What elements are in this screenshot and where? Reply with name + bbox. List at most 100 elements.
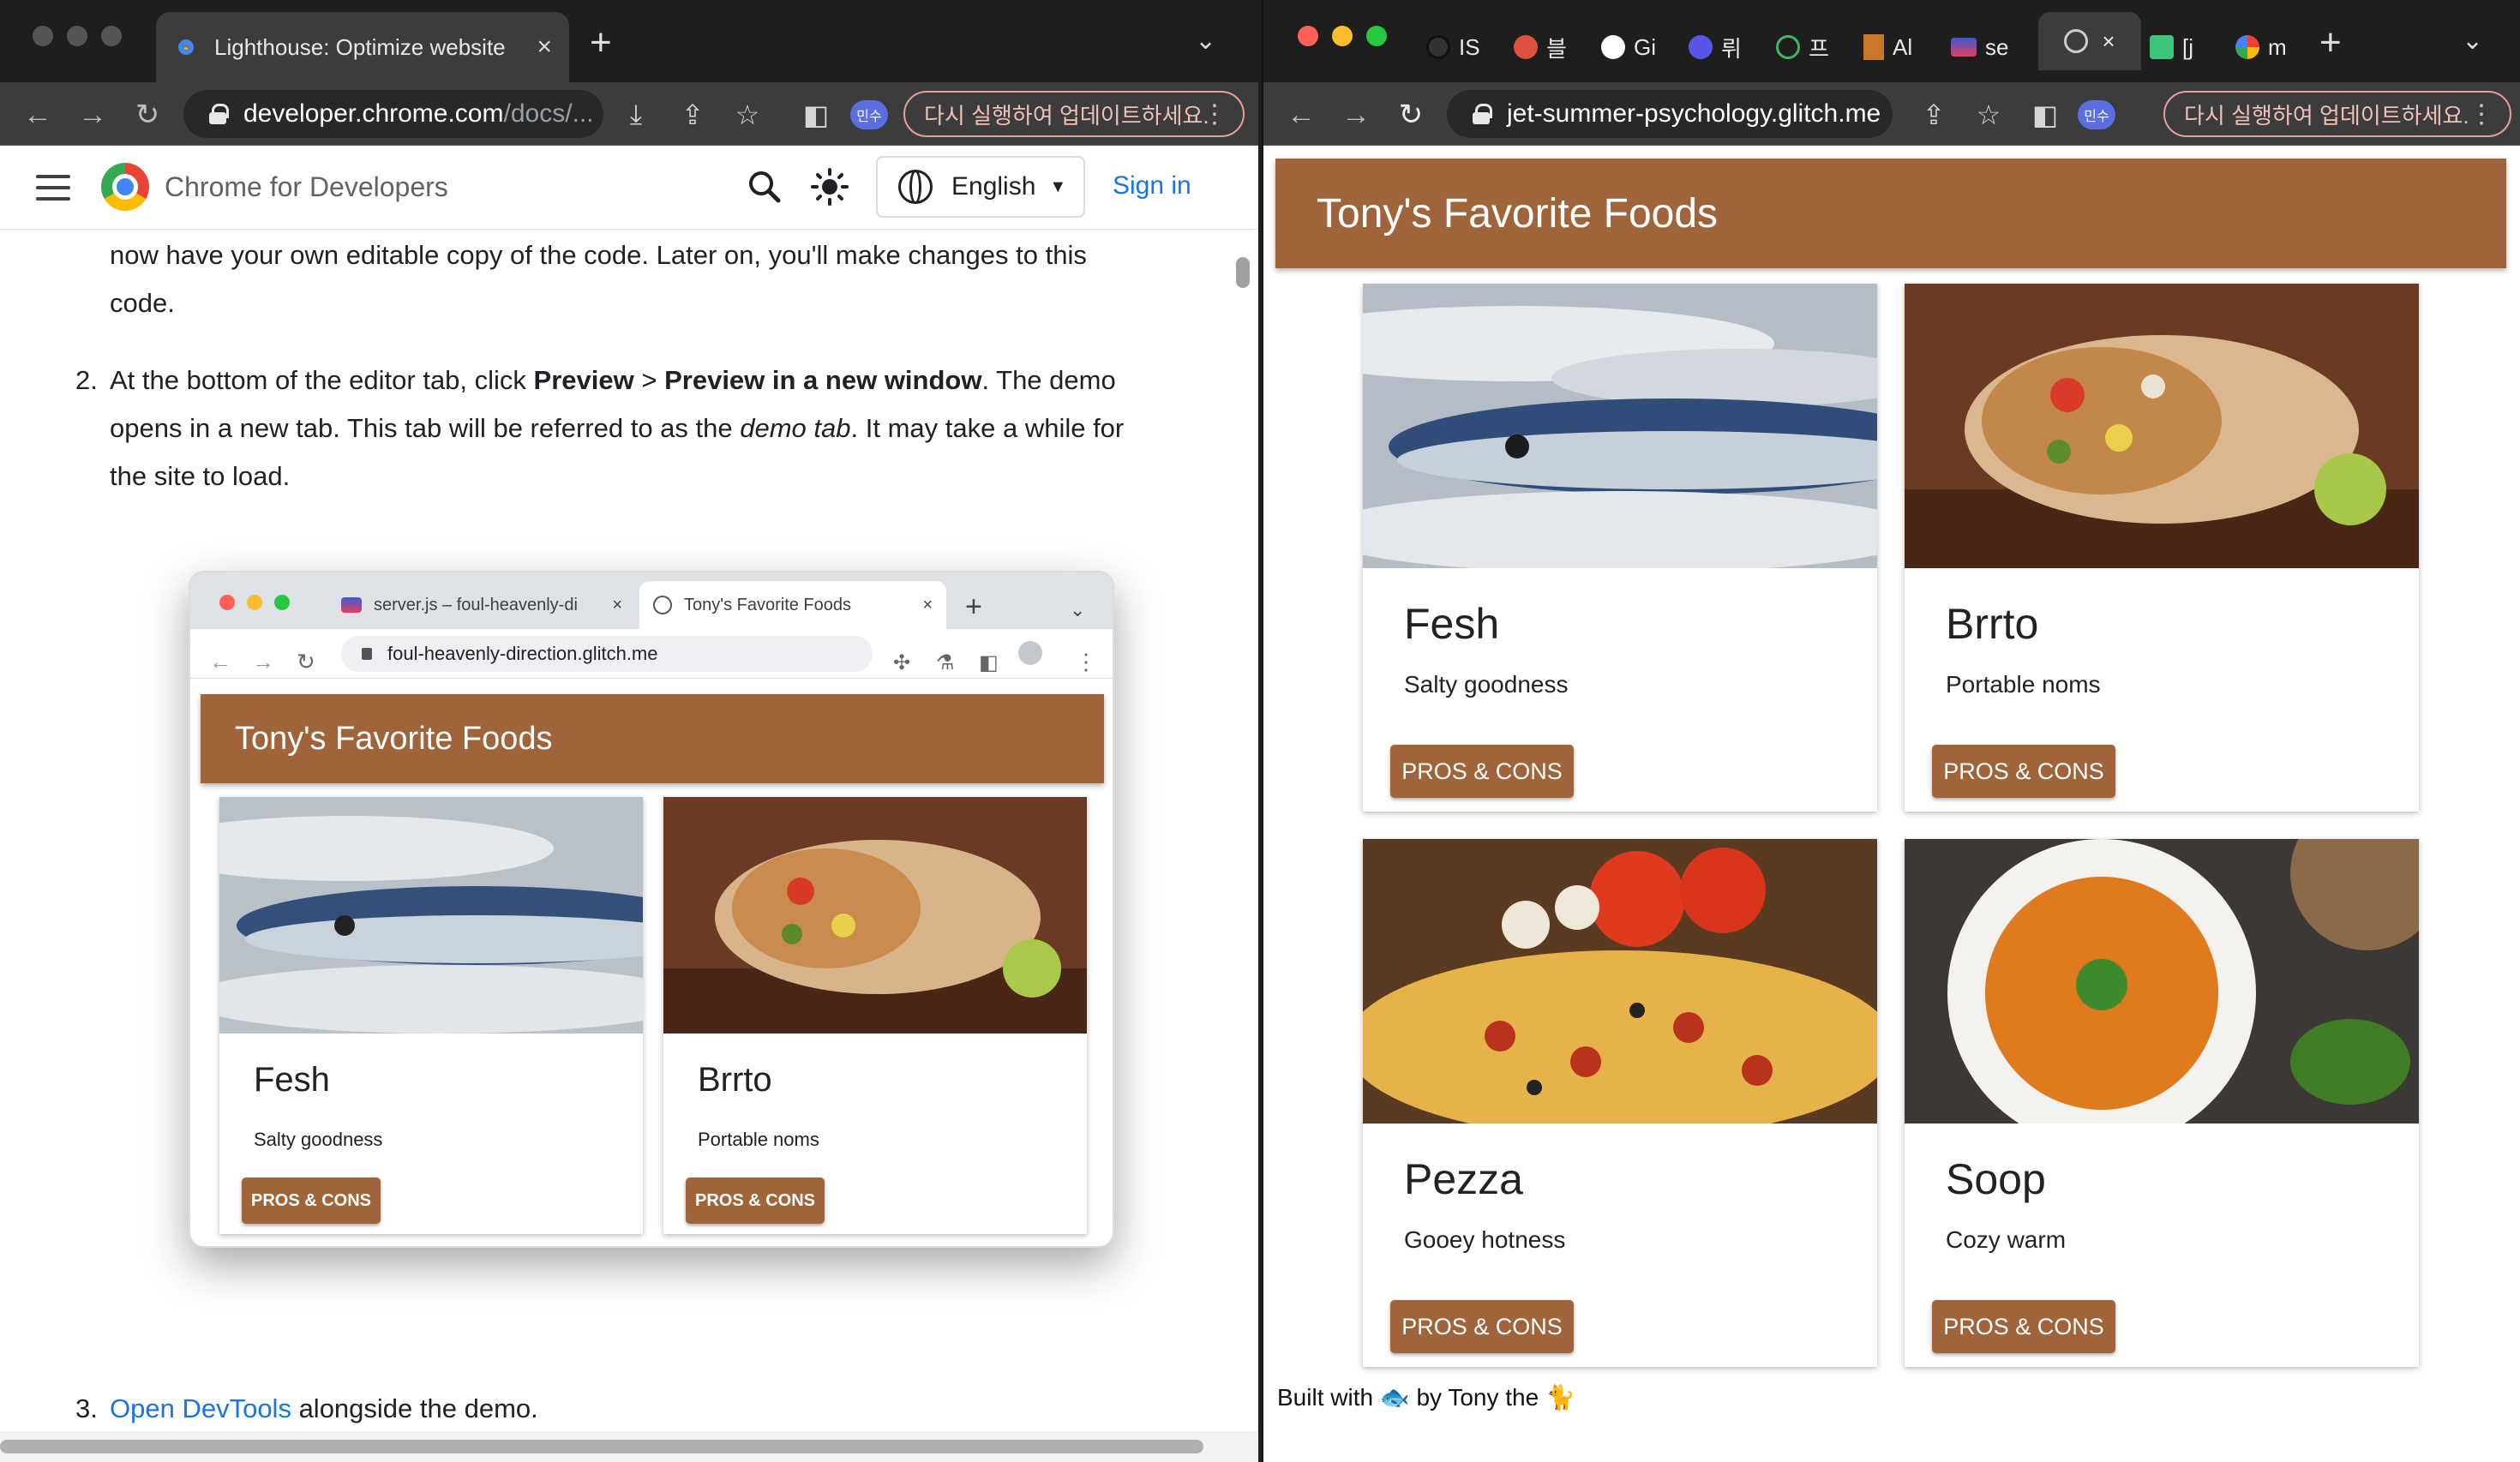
bookmark-star-icon[interactable]: ☆ (727, 94, 768, 135)
url-host: developer.chrome.com (243, 99, 504, 128)
forward-button[interactable]: → (72, 94, 113, 135)
step-3: Open DevTools alongside the demo. (110, 1385, 1173, 1433)
tab-item[interactable]: se (1951, 24, 2038, 70)
step-number: 2. (75, 365, 98, 395)
close-window-button[interactable] (33, 26, 53, 46)
chrome-icon (173, 34, 199, 60)
reload-button[interactable]: ↻ (127, 94, 168, 135)
open-devtools-link[interactable]: Open DevTools (110, 1393, 291, 1423)
minimize-window-button[interactable] (1332, 26, 1353, 46)
avatar-icon (1018, 641, 1042, 665)
tab-favicon-icon (1863, 34, 1884, 60)
reload-button[interactable]: ↻ (1390, 94, 1431, 135)
theme-toggle-icon[interactable] (811, 168, 849, 206)
bookmark-star-icon[interactable]: ☆ (1968, 94, 2009, 135)
update-chip[interactable]: 다시 실행하여 업데이트하세요. ⋮ (903, 91, 1245, 137)
demo-screenshot: server.js – foul-heavenly-di × Tony's Fa… (189, 571, 1114, 1248)
tab-favicon-icon (1426, 35, 1450, 59)
tab-item[interactable]: IS (1426, 24, 1514, 70)
screenshot-tab-strip: server.js – foul-heavenly-di × Tony's Fa… (190, 572, 1113, 629)
cat-icon: 🐈 (1545, 1384, 1575, 1411)
url-host: jet-summer-psychology.glitch.me (1507, 99, 1881, 128)
globe-icon (653, 596, 672, 614)
card-title: Pezza (1404, 1155, 1523, 1203)
pros-cons-button[interactable]: PROS & CONS (1390, 1300, 1574, 1353)
new-tab-button[interactable]: + (590, 19, 612, 67)
tab-favicon-icon (1776, 35, 1800, 59)
hamburger-menu-icon[interactable] (36, 175, 70, 201)
tab-lighthouse[interactable]: Lighthouse: Optimize website × (156, 12, 569, 82)
paragraph-line: code. (110, 288, 175, 318)
pros-cons-button[interactable]: PROS & CONS (1390, 745, 1574, 798)
menu-kebab-icon[interactable]: ⋮ (2469, 99, 2494, 129)
tab-item[interactable]: 블 (1514, 24, 1601, 70)
horizontal-scrollbar[interactable] (0, 1431, 1258, 1462)
tab-favicon-icon (1951, 38, 1977, 57)
zoom-window-button[interactable] (101, 26, 122, 46)
update-chip[interactable]: 다시 실행하여 업데이트하세요. ⋮ (2163, 91, 2511, 137)
site-brand[interactable]: Chrome for Developers (165, 171, 448, 203)
profile-avatar[interactable]: 민수 (2078, 100, 2115, 129)
sign-in-link[interactable]: Sign in (1113, 171, 1191, 201)
page-footer: Built with 🐟 by Tony the 🐈 (1277, 1384, 1575, 1411)
new-tab-icon: + (965, 590, 982, 623)
chrome-logo-icon[interactable] (101, 163, 149, 211)
side-panel-icon[interactable]: ◧ (795, 94, 837, 135)
reload-icon: ↻ (297, 649, 315, 674)
burrito-image (1905, 284, 2419, 568)
language-selector[interactable]: English ▼ (876, 156, 1085, 218)
update-chip-label: 다시 실행하여 업데이트하세요. (2184, 102, 2469, 129)
paragraph-line: now have your own editable copy of the c… (110, 240, 1087, 270)
share-icon[interactable]: ⇪ (1913, 94, 1954, 135)
screenshot-pros-cons-button: PROS & CONS (686, 1177, 825, 1224)
pros-cons-button[interactable]: PROS & CONS (1932, 745, 2115, 798)
close-tab-icon[interactable]: × (2102, 28, 2115, 55)
update-chip-label: 다시 실행하여 업데이트하세요. (924, 102, 1209, 129)
tab-item[interactable]: Al (1863, 24, 1951, 70)
side-panel-icon[interactable]: ◧ (2025, 94, 2066, 135)
step-text: > (633, 365, 665, 395)
close-tab-icon[interactable]: × (537, 33, 552, 62)
tab-item[interactable]: m (2235, 24, 2313, 70)
pizza-image (1363, 839, 1877, 1123)
tab-strip: IS 블 Gi 뤼 프 Al se × [j m + ⌄ (1263, 0, 2520, 82)
lock-icon (209, 104, 229, 124)
tab-item-active[interactable]: × (2038, 12, 2141, 70)
preview-window-emphasis: Preview in a new window (664, 365, 982, 395)
tab-search-chevron-icon[interactable]: ⌄ (1195, 26, 1216, 56)
new-tab-button[interactable]: + (2319, 19, 2342, 67)
share-icon[interactable]: ⇪ (672, 94, 713, 135)
minimize-window-button[interactable] (67, 26, 87, 46)
search-icon[interactable] (746, 168, 783, 206)
kebab-icon: ⋮ (1075, 649, 1097, 674)
back-button[interactable]: ← (1281, 94, 1322, 135)
left-browser-window: Lighthouse: Optimize website × + ⌄ ← → ↻… (0, 0, 1258, 1462)
tab-item[interactable]: 프 (1776, 24, 1863, 70)
pros-cons-button[interactable]: PROS & CONS (1932, 1300, 2115, 1353)
screenshot-tab-foods: Tony's Favorite Foods × (639, 581, 946, 629)
right-browser-window: IS 블 Gi 뤼 프 Al se × [j m + ⌄ ← → ↻ jet-s… (1262, 0, 2520, 1462)
horizontal-scrollbar-thumb[interactable] (0, 1440, 1203, 1453)
tab-item[interactable]: [j (2150, 24, 2235, 70)
address-bar[interactable]: jet-summer-psychology.glitch.me (1447, 90, 1893, 138)
profile-avatar[interactable]: 민수 (850, 100, 888, 129)
screenshot-app-header: Tony's Favorite Foods (201, 694, 1104, 783)
vertical-scrollbar-thumb[interactable] (1236, 257, 1250, 288)
tab-search-chevron-icon[interactable]: ⌄ (2462, 26, 2483, 56)
back-button[interactable]: ← (17, 94, 58, 135)
install-icon[interactable]: ⤓ (615, 94, 657, 135)
github-icon (1601, 35, 1625, 59)
close-window-button[interactable] (1298, 26, 1318, 46)
lock-icon (362, 648, 372, 660)
tab-item[interactable]: Gi (1601, 24, 1689, 70)
address-bar[interactable]: developer.chrome.com/docs/... (183, 90, 603, 138)
browser-toolbar: ← → ↻ developer.chrome.com/docs/... ⤓ ⇪ … (0, 82, 1258, 146)
menu-kebab-icon[interactable]: ⋮ (1202, 99, 1227, 129)
forward-button[interactable]: → (1335, 94, 1377, 135)
card-title: Fesh (1404, 600, 1500, 648)
card-soop: Soop Cozy warm PROS & CONS (1905, 839, 2419, 1367)
zoom-window-button[interactable] (1366, 26, 1387, 46)
step-2-line-2: opens in a new tab. This tab will be ref… (110, 404, 1173, 452)
close-icon: × (922, 596, 933, 614)
tab-item[interactable]: 뤼 (1689, 24, 1776, 70)
